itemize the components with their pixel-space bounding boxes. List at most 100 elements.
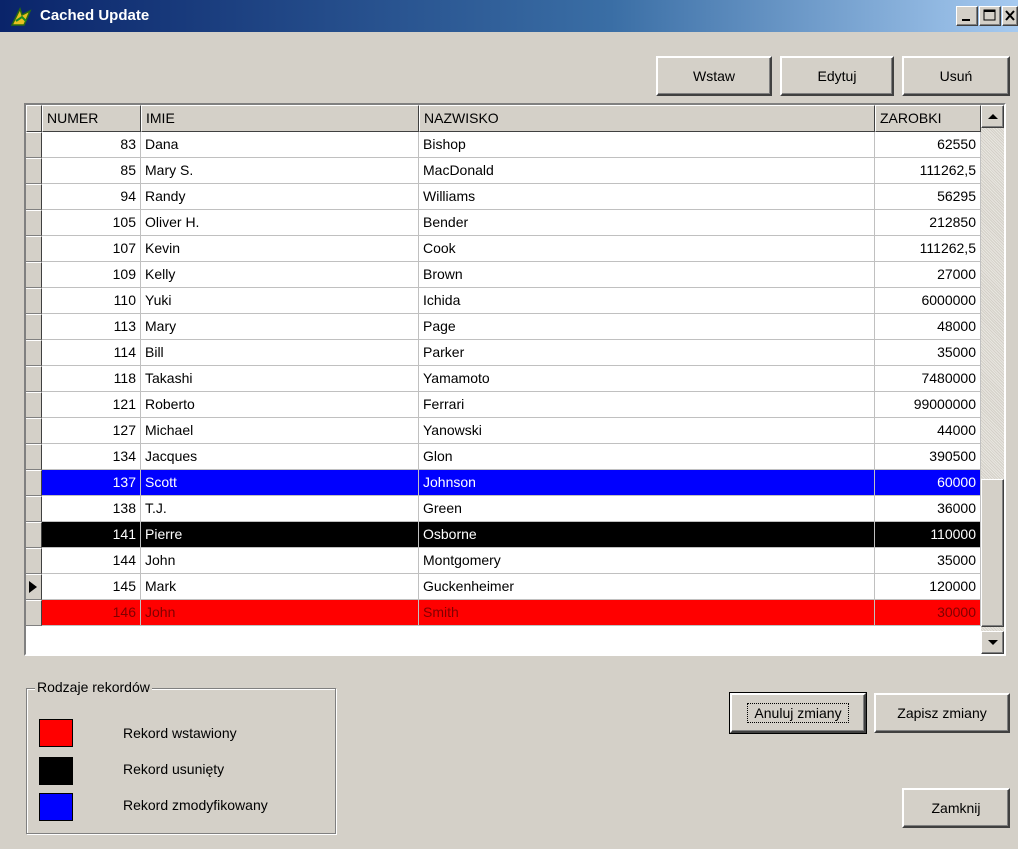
insert-button[interactable]: Wstaw — [656, 56, 772, 96]
cell-zarobki[interactable]: 27000 — [875, 262, 981, 288]
cell-nazwisko[interactable]: Smith — [419, 600, 875, 626]
cell-nazwisko[interactable]: Cook — [419, 236, 875, 262]
cell-imie[interactable]: Kelly — [141, 262, 419, 288]
cell-zarobki[interactable]: 30000 — [875, 600, 981, 626]
cell-imie[interactable]: Pierre — [141, 522, 419, 548]
row-indicator[interactable] — [26, 548, 42, 574]
table-row[interactable]: 114 Bill Parker 35000 — [26, 340, 981, 366]
cell-numer[interactable]: 83 — [42, 132, 141, 158]
cell-nazwisko[interactable]: Ferrari — [419, 392, 875, 418]
row-pointer-icon[interactable] — [26, 574, 42, 600]
cell-numer[interactable]: 137 — [42, 470, 141, 496]
close-button[interactable]: Zamknij — [902, 788, 1010, 828]
row-indicator[interactable] — [26, 288, 42, 314]
data-grid[interactable]: NUMER IMIE NAZWISKO ZAROBKI 83 Dana Bishop… — [24, 103, 1006, 656]
table-row[interactable]: 127 Michael Yanowski 44000 — [26, 418, 981, 444]
cell-imie[interactable]: Kevin — [141, 236, 419, 262]
row-indicator[interactable] — [26, 210, 42, 236]
table-row[interactable]: 144 John Montgomery 35000 — [26, 548, 981, 574]
cell-zarobki[interactable]: 35000 — [875, 340, 981, 366]
cell-nazwisko[interactable]: Page — [419, 314, 875, 340]
table-row[interactable]: 113 Mary Page 48000 — [26, 314, 981, 340]
cell-numer[interactable]: 109 — [42, 262, 141, 288]
row-indicator[interactable] — [26, 340, 42, 366]
scroll-up-button[interactable] — [981, 105, 1004, 128]
cell-numer[interactable]: 105 — [42, 210, 141, 236]
cell-nazwisko[interactable]: Williams — [419, 184, 875, 210]
cell-zarobki[interactable]: 36000 — [875, 496, 981, 522]
cell-numer[interactable]: 113 — [42, 314, 141, 340]
cell-zarobki[interactable]: 111262,5 — [875, 236, 981, 262]
row-indicator[interactable] — [26, 522, 42, 548]
cell-imie[interactable]: John — [141, 600, 419, 626]
cell-imie[interactable]: Bill — [141, 340, 419, 366]
cell-nazwisko[interactable]: Montgomery — [419, 548, 875, 574]
cell-nazwisko[interactable]: Green — [419, 496, 875, 522]
cell-numer[interactable]: 114 — [42, 340, 141, 366]
cell-numer[interactable]: 141 — [42, 522, 141, 548]
table-row[interactable]: 105 Oliver H. Bender 212850 — [26, 210, 981, 236]
table-row[interactable]: 83 Dana Bishop 62550 — [26, 132, 981, 158]
edit-button[interactable]: Edytuj — [780, 56, 894, 96]
cell-zarobki[interactable]: 48000 — [875, 314, 981, 340]
table-row[interactable]: 146 John Smith 30000 — [26, 600, 981, 626]
cell-imie[interactable]: John — [141, 548, 419, 574]
row-indicator[interactable] — [26, 366, 42, 392]
cell-numer[interactable]: 85 — [42, 158, 141, 184]
cell-numer[interactable]: 144 — [42, 548, 141, 574]
cell-zarobki[interactable]: 120000 — [875, 574, 981, 600]
save-changes-button[interactable]: Zapisz zmiany — [874, 693, 1010, 733]
row-indicator[interactable] — [26, 158, 42, 184]
scrollbar-thumb[interactable] — [981, 479, 1004, 627]
table-row[interactable]: 138 T.J. Green 36000 — [26, 496, 981, 522]
column-header-zarobki[interactable]: ZAROBKI — [875, 105, 981, 132]
column-header-imie[interactable]: IMIE — [141, 105, 419, 132]
table-row[interactable]: 134 Jacques Glon 390500 — [26, 444, 981, 470]
cell-zarobki[interactable]: 390500 — [875, 444, 981, 470]
cell-nazwisko[interactable]: Parker — [419, 340, 875, 366]
cancel-changes-button[interactable]: Anuluj zmiany — [729, 692, 867, 734]
cell-zarobki[interactable]: 56295 — [875, 184, 981, 210]
row-indicator[interactable] — [26, 314, 42, 340]
column-header-nazwisko[interactable]: NAZWISKO — [419, 105, 875, 132]
row-indicator[interactable] — [26, 262, 42, 288]
table-row[interactable]: 137 Scott Johnson 60000 — [26, 470, 981, 496]
scroll-down-button[interactable] — [981, 631, 1004, 654]
row-indicator[interactable] — [26, 418, 42, 444]
title-bar[interactable]: Cached Update — [0, 0, 1018, 32]
cell-imie[interactable]: Takashi — [141, 366, 419, 392]
cell-zarobki[interactable]: 7480000 — [875, 366, 981, 392]
cell-nazwisko[interactable]: Bishop — [419, 132, 875, 158]
row-indicator[interactable] — [26, 496, 42, 522]
table-row[interactable]: 141 Pierre Osborne 110000 — [26, 522, 981, 548]
close-window-button[interactable] — [1002, 6, 1018, 26]
row-indicator[interactable] — [26, 184, 42, 210]
cell-imie[interactable]: Mary — [141, 314, 419, 340]
maximize-button[interactable] — [979, 6, 1001, 26]
minimize-button[interactable] — [956, 6, 978, 26]
cell-imie[interactable]: T.J. — [141, 496, 419, 522]
cell-zarobki[interactable]: 62550 — [875, 132, 981, 158]
cell-imie[interactable]: Dana — [141, 132, 419, 158]
delete-button[interactable]: Usuń — [902, 56, 1010, 96]
cell-zarobki[interactable]: 35000 — [875, 548, 981, 574]
cell-numer[interactable]: 138 — [42, 496, 141, 522]
cell-imie[interactable]: Yuki — [141, 288, 419, 314]
cell-zarobki[interactable]: 110000 — [875, 522, 981, 548]
cell-zarobki[interactable]: 60000 — [875, 470, 981, 496]
cell-numer[interactable]: 107 — [42, 236, 141, 262]
cell-imie[interactable]: Mark — [141, 574, 419, 600]
cell-zarobki[interactable]: 111262,5 — [875, 158, 981, 184]
cell-numer[interactable]: 121 — [42, 392, 141, 418]
cell-nazwisko[interactable]: Osborne — [419, 522, 875, 548]
cell-numer[interactable]: 110 — [42, 288, 141, 314]
table-row[interactable]: 118 Takashi Yamamoto 7480000 — [26, 366, 981, 392]
cell-zarobki[interactable]: 6000000 — [875, 288, 981, 314]
table-row[interactable]: 94 Randy Williams 56295 — [26, 184, 981, 210]
cell-imie[interactable]: Oliver H. — [141, 210, 419, 236]
cell-imie[interactable]: Scott — [141, 470, 419, 496]
table-row[interactable]: 107 Kevin Cook 111262,5 — [26, 236, 981, 262]
cell-nazwisko[interactable]: Glon — [419, 444, 875, 470]
row-indicator[interactable] — [26, 444, 42, 470]
cell-zarobki[interactable]: 99000000 — [875, 392, 981, 418]
